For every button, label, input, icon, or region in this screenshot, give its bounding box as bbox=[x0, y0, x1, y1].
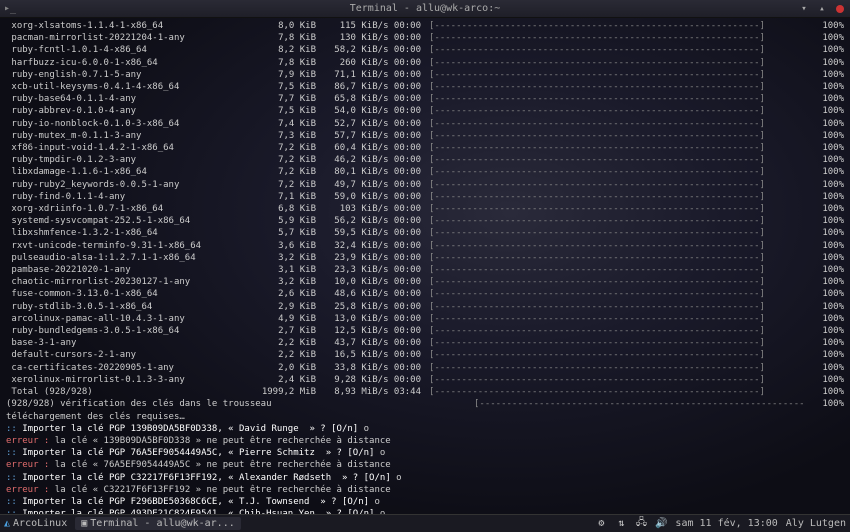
volume-icon[interactable]: 🔊 bbox=[655, 518, 667, 529]
close-button[interactable] bbox=[834, 3, 846, 15]
maximize-button[interactable]: ▴ bbox=[816, 3, 828, 15]
taskbar: ◭ ArcoLinux ▣ Terminal - allu@wk-ar... ⚙… bbox=[0, 514, 850, 532]
terminal-icon: ▸_ bbox=[4, 3, 16, 14]
network-icon[interactable]: 🖧 bbox=[635, 515, 647, 532]
terminal-task-icon: ▣ bbox=[81, 518, 87, 529]
terminal-output[interactable]: xorg-xlsatoms-1.1.4-1-x86_648,0 KiB115 K… bbox=[0, 18, 850, 514]
window-titlebar: ▸_ Terminal - allu@wk-arco:~ ▾ ▴ bbox=[0, 0, 850, 18]
user-name[interactable]: Aly Lutgen bbox=[786, 518, 846, 529]
updates-icon[interactable]: ⇅ bbox=[615, 518, 627, 529]
clock[interactable]: sam 11 fév, 13:00 bbox=[675, 518, 777, 529]
window-controls: ▾ ▴ bbox=[798, 3, 846, 15]
terminal-task-label: Terminal - allu@wk-ar... bbox=[90, 518, 235, 529]
distro-name: ArcoLinux bbox=[13, 518, 67, 529]
arco-logo-icon: ◭ bbox=[4, 518, 10, 529]
minimize-button[interactable]: ▾ bbox=[798, 3, 810, 15]
start-menu-button[interactable]: ◭ ArcoLinux bbox=[4, 518, 67, 529]
window-title: Terminal - allu@wk-arco:~ bbox=[350, 3, 501, 14]
taskbar-task-terminal[interactable]: ▣ Terminal - allu@wk-ar... bbox=[75, 517, 241, 530]
settings-icon[interactable]: ⚙ bbox=[595, 518, 607, 529]
